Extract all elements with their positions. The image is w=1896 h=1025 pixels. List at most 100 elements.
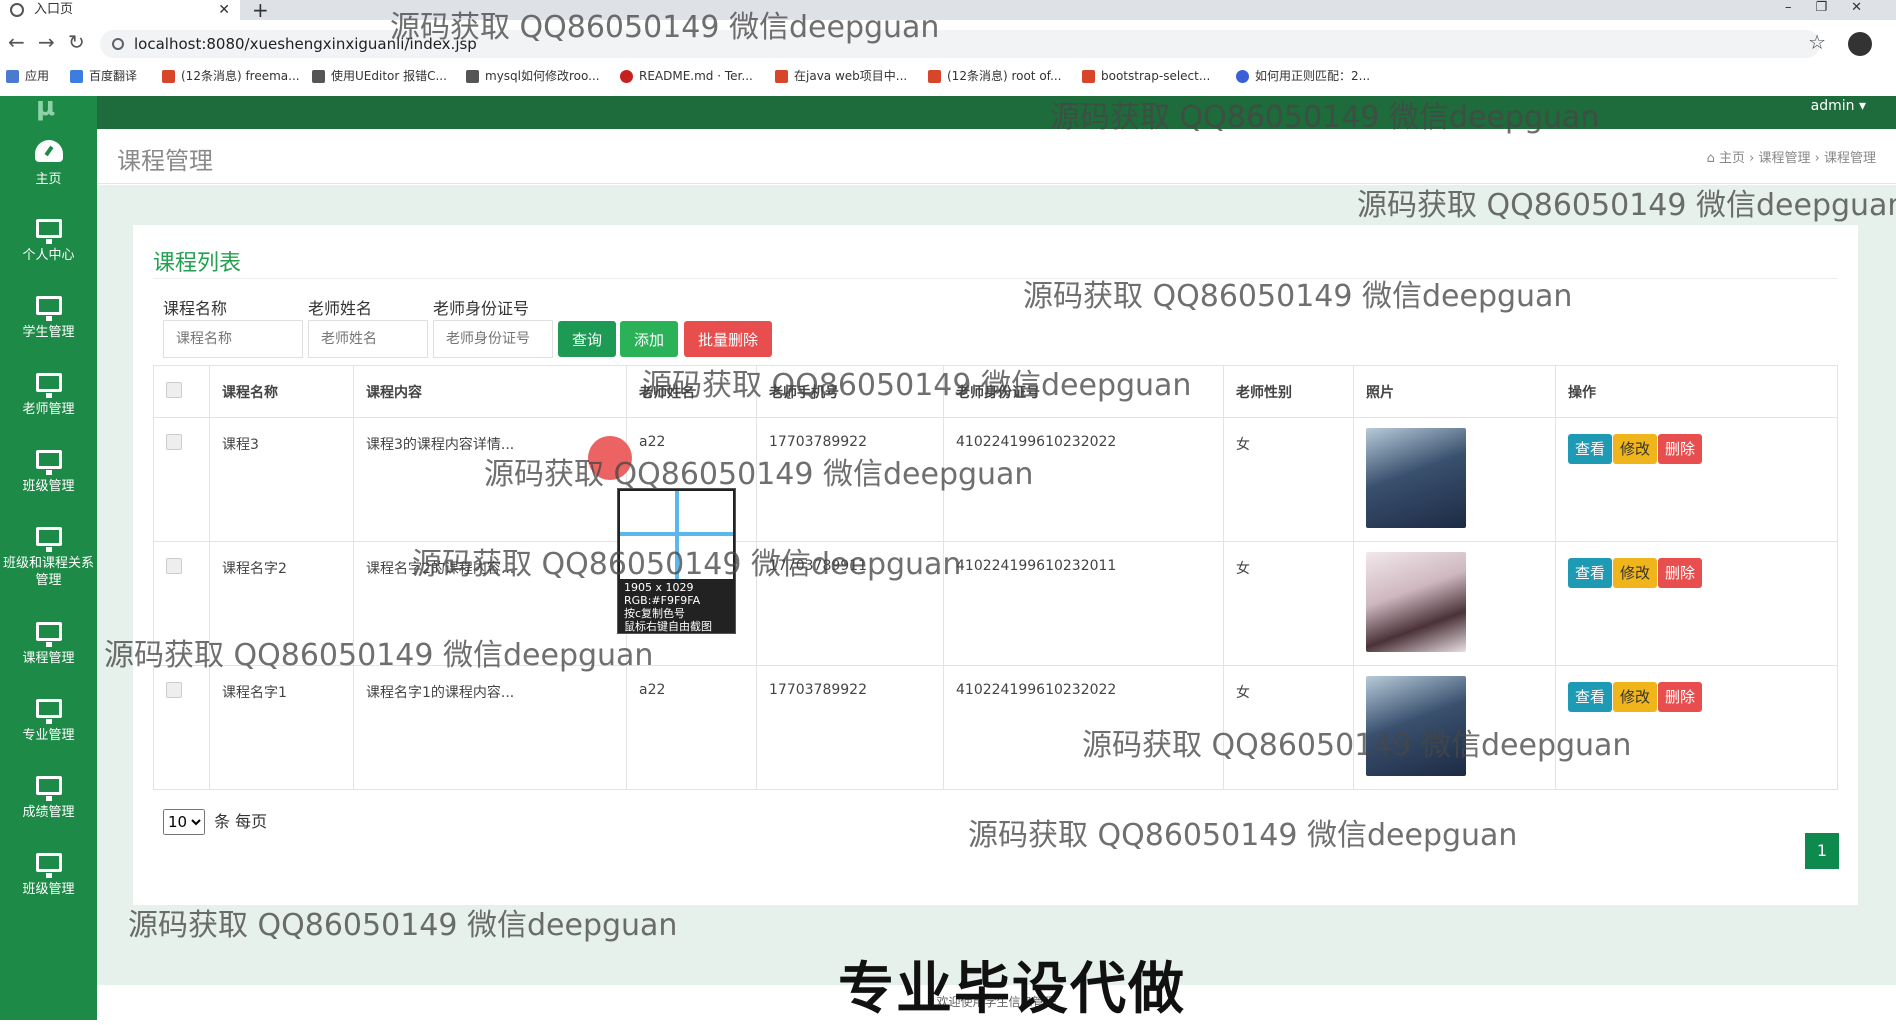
bookmark-label: 如何用正则匹配：2... xyxy=(1255,69,1371,83)
watermark: 源码获取 QQ86050149 微信deepguan xyxy=(1023,279,1573,314)
monitor-icon xyxy=(35,776,62,801)
bookmark-apps[interactable]: 应用 xyxy=(6,64,49,88)
bookmark-item[interactable]: mysql如何修改roo... xyxy=(466,64,600,88)
pagination-page-1[interactable]: 1 xyxy=(1805,833,1839,869)
bookmarks-bar: 应用 百度翻译 (12条消息) freema... 使用UEditor 报错C.… xyxy=(0,64,1896,88)
watermark: 源码获取 QQ86050149 微信deepguan xyxy=(642,368,1192,403)
sidebar-item-label: 个人中心 xyxy=(22,248,75,263)
column-header: 课程内容 xyxy=(353,365,627,418)
breadcrumb: ⌂ 主页 › 课程管理 › 课程管理 xyxy=(1707,147,1876,166)
sidebar-item-grades[interactable]: 成绩管理 xyxy=(0,770,97,846)
photo-cell xyxy=(1353,541,1556,666)
sidebar-item-label: 班级管理 xyxy=(22,479,75,494)
batch-delete-button[interactable]: 批量删除 xyxy=(684,321,773,357)
sidebar-item-label: 班级管理 xyxy=(22,882,75,897)
watermark: 源码获取 QQ86050149 微信deepguan xyxy=(104,638,654,673)
account-icon[interactable] xyxy=(1848,32,1872,56)
new-tab-icon[interactable]: + xyxy=(252,0,269,22)
sidebar-item-teachers[interactable]: 老师管理 xyxy=(0,367,97,443)
breadcrumb-item[interactable]: 课程管理 xyxy=(1758,151,1810,166)
add-button[interactable]: 添加 xyxy=(620,321,679,357)
watermark: 源码获取 QQ86050149 微信deepguan xyxy=(1050,100,1600,135)
star-icon[interactable]: ☆ xyxy=(1808,30,1826,54)
sidebar-item-class-course[interactable]: 班级和课程关系管理 xyxy=(0,521,97,616)
forward-icon[interactable]: → xyxy=(38,30,55,54)
course-name-input[interactable] xyxy=(163,320,303,358)
course-list-card: 课程列表 课程名称 老师姓名 老师身份证号 查询 添加 批量删除 课程名称 课程… xyxy=(133,225,1858,905)
sidebar-item-label: 学生管理 xyxy=(22,325,75,340)
sidebar-item-home[interactable]: 主页 xyxy=(0,136,97,212)
user-menu[interactable]: admin ▾ xyxy=(1811,96,1866,116)
breadcrumb-home[interactable]: 主页 xyxy=(1719,151,1745,166)
watermark: 源码获取 QQ86050149 微信deepguan xyxy=(484,457,1034,492)
bookmark-item[interactable]: 在java web项目中... xyxy=(775,64,907,88)
back-icon[interactable]: ← xyxy=(8,30,25,54)
translate-icon xyxy=(70,69,83,83)
csdn-icon xyxy=(162,69,175,83)
bookmark-label: mysql如何修改roo... xyxy=(485,69,600,83)
sidebar-item-courses[interactable]: 课程管理 xyxy=(0,616,97,692)
edit-button[interactable]: 修改 xyxy=(1613,434,1658,464)
teacher-name-input[interactable] xyxy=(308,320,428,358)
sidebar-item-classes-2[interactable]: 班级管理 xyxy=(0,847,97,923)
monitor-icon xyxy=(35,373,62,398)
bookmark-item[interactable]: (12条消息) freema... xyxy=(162,64,300,88)
delete-button[interactable]: 删除 xyxy=(1658,682,1703,712)
bookmark-label: 在java web项目中... xyxy=(794,69,908,83)
csdn-icon xyxy=(775,69,788,83)
page-size-control: 10 条 每页 xyxy=(163,808,267,835)
page-size-select[interactable]: 10 xyxy=(163,809,205,835)
view-button[interactable]: 查看 xyxy=(1568,434,1613,464)
sidebar-item-classes[interactable]: 班级管理 xyxy=(0,444,97,520)
column-header: 照片 xyxy=(1353,365,1556,418)
view-button[interactable]: 查看 xyxy=(1568,558,1613,588)
monitor-icon xyxy=(35,853,62,878)
bookmark-label: bootstrap-select... xyxy=(1101,69,1211,83)
course-name-label: 课程名称 xyxy=(163,299,228,318)
bookmark-label: (12条消息) root of... xyxy=(947,69,1062,83)
teacher-idcard-input[interactable] xyxy=(433,320,553,358)
teacher-photo[interactable] xyxy=(1366,428,1466,528)
close-icon[interactable]: ✕ xyxy=(218,0,230,20)
course-name-cell: 课程3 xyxy=(209,417,354,542)
sidebar-item-students[interactable]: 学生管理 xyxy=(0,290,97,366)
delete-button[interactable]: 删除 xyxy=(1658,558,1703,588)
window-controls[interactable]: –❐✕ xyxy=(1785,0,1886,15)
monitor-icon xyxy=(35,699,62,724)
row-select-cell xyxy=(153,417,210,542)
sidebar-item-profile[interactable]: 个人中心 xyxy=(0,213,97,289)
bookmark-label: 应用 xyxy=(25,69,50,83)
select-all-cell xyxy=(153,365,210,418)
bookmark-item[interactable]: 如何用正则匹配：2... xyxy=(1236,64,1370,88)
watermark: 源码获取 QQ86050149 微信deepguan xyxy=(1357,188,1896,223)
edit-button[interactable]: 修改 xyxy=(1613,682,1658,712)
divider xyxy=(153,278,1838,279)
teacher-photo[interactable] xyxy=(1366,552,1466,652)
row-checkbox[interactable] xyxy=(166,682,182,698)
row-checkbox[interactable] xyxy=(166,558,182,574)
delete-button[interactable]: 删除 xyxy=(1658,434,1703,464)
sidebar-item-label: 主页 xyxy=(35,172,62,187)
course-content-cell: 课程名字1的课程内容... xyxy=(353,665,627,790)
bookmark-item[interactable]: bootstrap-select... xyxy=(1082,64,1210,88)
breadcrumb-current: 课程管理 xyxy=(1823,151,1876,166)
query-button[interactable]: 查询 xyxy=(558,321,617,357)
csdn-icon xyxy=(928,69,941,83)
row-checkbox[interactable] xyxy=(166,434,182,450)
reload-icon[interactable]: ↻ xyxy=(68,30,85,54)
bookmark-item[interactable]: 百度翻译 xyxy=(70,64,137,88)
bookmark-item[interactable]: (12条消息) root of... xyxy=(928,64,1061,88)
logo: μ xyxy=(36,92,56,122)
url-field[interactable]: localhost:8080/xueshengxinxiguanli/index… xyxy=(100,30,1820,58)
teacher-gender-cell: 女 xyxy=(1223,417,1354,542)
teacher-name-cell: a22 xyxy=(626,665,757,790)
bookmark-item[interactable]: README.md · Ter... xyxy=(620,64,753,88)
browser-tab[interactable]: 入口页 ✕ xyxy=(0,0,240,20)
select-all-checkbox[interactable] xyxy=(166,381,182,398)
bookmark-item[interactable]: 使用UEditor 报错C... xyxy=(312,64,447,88)
edit-button[interactable]: 修改 xyxy=(1613,558,1658,588)
sidebar-item-majors[interactable]: 专业管理 xyxy=(0,693,97,769)
teacher-name-label: 老师姓名 xyxy=(308,299,373,318)
tab-title: 入口页 xyxy=(34,2,74,17)
view-button[interactable]: 查看 xyxy=(1568,682,1613,712)
